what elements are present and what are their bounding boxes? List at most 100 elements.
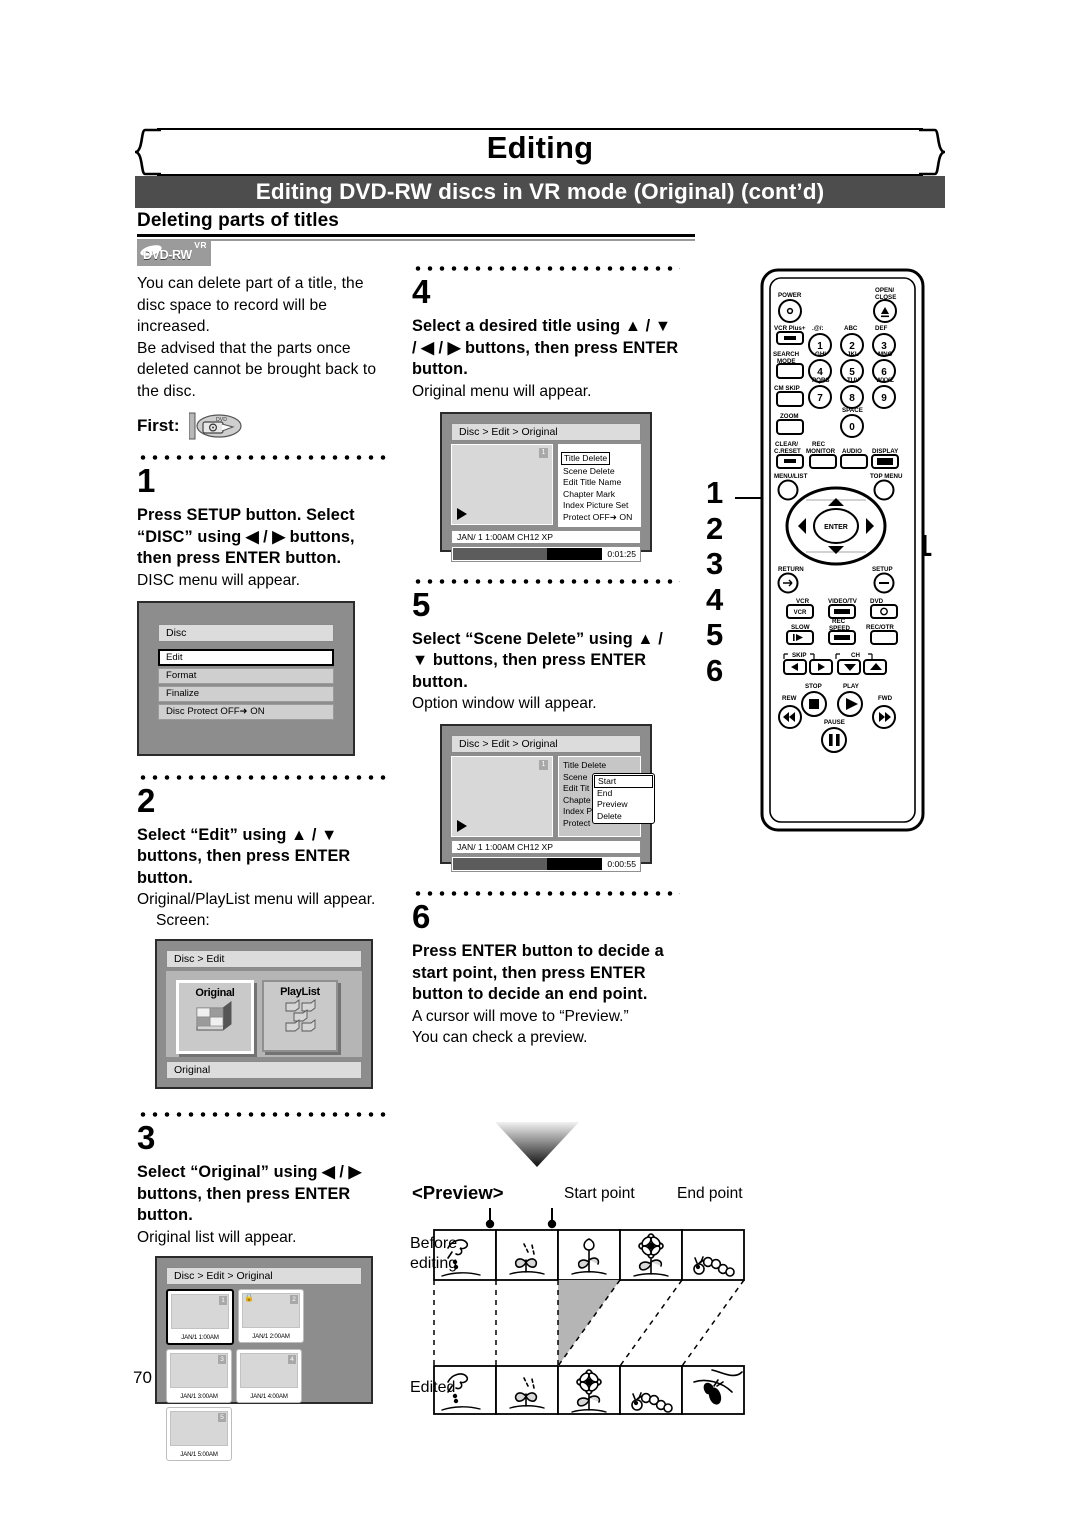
tile-playlist[interactable]: PlayList	[262, 980, 338, 1052]
list-item[interactable]: 4 JAN/1 4:00AM	[236, 1348, 302, 1403]
scene-delete-option-window: Start End Preview Delete	[592, 773, 655, 824]
svg-text:DVD: DVD	[216, 417, 227, 423]
thumb-number: 5	[218, 1412, 226, 1422]
down-arrow-icon	[493, 1120, 581, 1168]
disc-menu-item-edit[interactable]: Edit	[158, 648, 334, 666]
thumb-number: 4	[288, 1354, 296, 1364]
disc-menu-item-disc-protect[interactable]: Disc Protect OFF➜ ON	[158, 703, 334, 720]
list-item[interactable]: 3 JAN/1 3:00AM	[166, 1348, 232, 1403]
original-list-thumbnails: 1 JAN/1 1:00AM 🔒 2 JAN/1 2:00AM 3 JAN/1 …	[166, 1288, 362, 1461]
tile-playlist-label: PlayList	[280, 986, 320, 998]
scene-delete-breadcrumb: Disc > Edit > Original	[451, 735, 641, 753]
svg-text:JKL: JKL	[847, 351, 859, 358]
callout-4: 4	[706, 581, 724, 617]
before-editing-line1: Before	[410, 1235, 458, 1252]
svg-text:CM SKIP: CM SKIP	[774, 385, 800, 392]
svg-text:FWD: FWD	[878, 695, 893, 702]
step-divider-dots	[137, 1111, 389, 1118]
thumb-number: 1	[219, 1295, 227, 1305]
list-item[interactable]: 🔒 2 JAN/1 2:00AM	[238, 1288, 304, 1343]
intro-paragraph-1: You can delete part of a title, the disc…	[137, 275, 364, 335]
svg-text:REC: REC	[832, 618, 846, 625]
step-5-note: Option window will appear.	[412, 695, 597, 712]
callout-6: 6	[706, 652, 724, 688]
step-5-instruction: Select “Scene Delete” using ▲ / ▼ button…	[412, 629, 663, 691]
svg-text:.@/:: .@/:	[812, 325, 824, 332]
start-point-label: Start point	[564, 1185, 635, 1202]
svg-text:DISPLAY: DISPLAY	[872, 448, 899, 455]
menu-item-index-picture-set[interactable]: Index Picture Set	[563, 500, 636, 512]
svg-text:6: 6	[881, 367, 887, 378]
remote-control: POWER OPEN/CLOSE VCR Plus+ SEARCH MODE CM…	[760, 268, 925, 832]
section-title-bar: Editing DVD-RW discs in VR mode (Origina…	[135, 176, 945, 208]
progress-bar[interactable]	[453, 858, 603, 870]
thumb-number: 1	[539, 447, 548, 458]
svg-text:SPACE: SPACE	[842, 407, 863, 414]
thumb-number: 2	[290, 1294, 298, 1304]
original-menu-breadcrumb: Disc > Edit > Original	[451, 422, 641, 441]
step-6-instruction: Press ENTER button to decide a start poi…	[412, 942, 664, 1003]
svg-text:CH: CH	[851, 652, 860, 659]
column-left: VR DVD-RW You can delete part of a title…	[137, 240, 389, 1461]
option-preview[interactable]: Preview	[593, 799, 654, 810]
edited-label: Edited	[410, 1379, 456, 1396]
thumb-caption: JAN/1 4:00AM	[250, 1392, 288, 1400]
svg-text:2: 2	[849, 341, 855, 352]
step-6-note: A cursor will move to “Preview.”	[412, 1007, 629, 1025]
disc-menu-title: Disc	[158, 623, 334, 642]
menu-item-title-delete[interactable]: Title Delete	[563, 760, 636, 772]
svg-text:SEARCH: SEARCH	[773, 351, 800, 358]
original-menu-options: Title Delete Scene Delete Edit Title Nam…	[558, 443, 641, 528]
menu-item-chapter-mark[interactable]: Chapter Mark	[563, 489, 636, 501]
logo-vr-label: VR	[194, 240, 207, 250]
heading-rule-dark	[137, 234, 695, 237]
callout-2: 2	[706, 510, 724, 546]
menu-item-scene-delete[interactable]: Scene Delete	[563, 466, 636, 478]
svg-text:VCR Plus+: VCR Plus+	[774, 325, 806, 332]
svg-text:MNO: MNO	[878, 351, 893, 358]
logo-format-label: DVD-RW	[143, 248, 192, 262]
scene-delete-info: JAN/ 1 1:00AM CH12 XP	[451, 840, 641, 854]
progress-bar[interactable]	[453, 548, 603, 561]
disc-menu-item-format[interactable]: Format	[158, 667, 334, 684]
svg-text:CLEAR/: CLEAR/	[775, 441, 798, 448]
preview-diagram-svg	[433, 1208, 745, 1415]
step-divider-dots	[412, 265, 680, 272]
option-end[interactable]: End	[593, 788, 654, 799]
list-item[interactable]: 5 JAN/1 5:00AM	[166, 1406, 232, 1461]
manual-page: Editing Editing DVD-RW discs in VR mode …	[0, 0, 1080, 1528]
remote-callout-numbers: 1 2 3 4 5 6	[706, 475, 740, 688]
step-divider-dots	[412, 890, 680, 897]
svg-text:VIDEO/TV: VIDEO/TV	[828, 598, 858, 605]
screen-scene-delete: Disc > Edit > Original 1 Title Delete Sc…	[440, 724, 655, 872]
step-divider-dots	[412, 577, 680, 585]
scene-delete-progress: 0:00:55	[451, 856, 641, 872]
step-2-instruction: Select “Edit” using ▲ / ▼ buttons, then …	[137, 825, 351, 887]
disc-menu-item-finalize[interactable]: Finalize	[158, 685, 334, 702]
svg-text:ABC: ABC	[844, 325, 858, 332]
list-item[interactable]: 1 JAN/1 1:00AM	[166, 1288, 234, 1345]
option-start[interactable]: Start	[594, 775, 653, 789]
tile-original[interactable]: Original	[176, 980, 254, 1054]
play-icon	[457, 820, 467, 832]
svg-text:DVD: DVD	[870, 598, 884, 605]
svg-text:OPEN/: OPEN/	[875, 287, 895, 294]
svg-text:SETUP: SETUP	[872, 566, 893, 573]
menu-item-title-delete[interactable]: Title Delete	[561, 451, 611, 466]
svg-text:5: 5	[849, 367, 855, 378]
svg-text:0: 0	[849, 422, 855, 433]
progress-time: 0:01:25	[607, 549, 636, 560]
end-point-label: End point	[677, 1185, 743, 1202]
svg-text:SLOW: SLOW	[791, 624, 810, 631]
insert-disc-icon: DVD	[188, 411, 243, 441]
edit-menu-tiles: Original PlayList	[166, 971, 362, 1057]
option-delete[interactable]: Delete	[593, 811, 654, 822]
subsection-title: Deleting parts of titles	[137, 210, 339, 231]
original-menu-info: JAN/ 1 1:00AM CH12 XP	[451, 530, 641, 545]
svg-text:ZOOM: ZOOM	[780, 413, 799, 420]
menu-item-edit-title-name[interactable]: Edit Title Name	[563, 477, 636, 489]
thumb-number: 1	[539, 760, 548, 770]
menu-item-protect[interactable]: Protect OFF➜ ON	[563, 512, 636, 524]
intro-paragraph-2: Be advised that the parts once deleted c…	[137, 339, 377, 400]
svg-text:VCR: VCR	[794, 610, 807, 616]
